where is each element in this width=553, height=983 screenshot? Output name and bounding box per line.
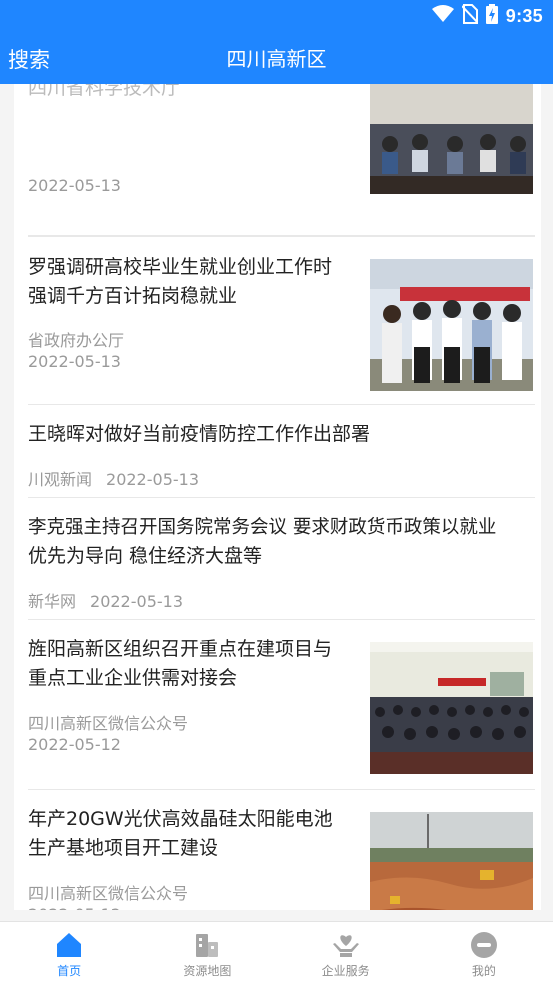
news-headline: 王晓晖对做好当前疫情防控工作作出部署 <box>28 423 371 445</box>
news-source: 新华网 <box>28 592 77 611</box>
no-sim-icon <box>461 3 479 29</box>
buildings-icon <box>192 930 222 960</box>
home-icon <box>54 930 84 960</box>
officials-visit-photo <box>370 259 533 391</box>
battery-charging-icon <box>485 3 498 29</box>
news-headline: 罗强调研高校毕业生就业创业工作时 <box>28 256 333 278</box>
conference-hall-photo <box>370 642 533 774</box>
page-title: 四川高新区 <box>226 47 327 71</box>
news-item[interactable]: 罗强调研高校毕业生就业创业工作时 强调千方百计拓岗稳就业 省政府办公厅 2022… <box>28 236 535 405</box>
news-headline: 四川省科学技术厅 <box>28 84 181 99</box>
news-date: 2022-05-13 <box>90 592 183 611</box>
news-item[interactable]: 王晓晖对做好当前疫情防控工作作出部署 川观新闻 2022-05-13 <box>28 406 535 498</box>
news-source: 四川高新区微信公众号 <box>28 714 189 733</box>
news-headline: 李克强主持召开国务院常务会议 要求财政货币政策以就业 <box>28 517 497 538</box>
news-item[interactable]: 李克强主持召开国务院常务会议 要求财政货币政策以就业 优先为导向 稳住经济大盘等… <box>28 499 535 620</box>
news-source: 川观新闻 <box>28 470 93 489</box>
news-date: 2022-05-13 <box>28 176 121 195</box>
news-item[interactable]: 四川省科学技术厅 2022-05-13 <box>28 84 535 236</box>
news-meta: 川观新闻 2022-05-13 <box>28 466 199 490</box>
tab-label: 企业服务 <box>321 964 370 978</box>
profile-icon <box>469 930 499 960</box>
news-headline: 年产20GW光伏高效晶硅太阳能电池 <box>28 808 333 830</box>
news-headline: 旌阳高新区组织召开重点在建项目与 <box>28 638 333 660</box>
bottom-nav: 首页 资源地图 企业服务 我的 <box>0 921 553 983</box>
tab-label: 我的 <box>471 964 496 978</box>
news-date: 2022-05-12 <box>28 735 121 754</box>
news-headline-line2: 重点工业企业供需对接会 <box>28 667 238 689</box>
app-bar: 搜索 四川高新区 <box>0 32 553 84</box>
news-item[interactable]: 年产20GW光伏高效晶硅太阳能电池 生产基地项目开工建设 四川高新区微信公众号 … <box>28 791 535 910</box>
hands-heart-icon <box>331 930 361 960</box>
news-meta: 新华网 2022-05-13 <box>28 588 183 612</box>
news-headline-line2: 生产基地项目开工建设 <box>28 837 219 859</box>
news-source: 四川高新区微信公众号 <box>28 884 189 903</box>
tab-profile[interactable]: 我的 <box>415 922 553 983</box>
wifi-icon <box>431 4 454 28</box>
news-item[interactable]: 旌阳高新区组织召开重点在建项目与 重点工业企业供需对接会 四川高新区微信公众号 … <box>28 621 535 790</box>
tab-label: 首页 <box>57 964 82 978</box>
status-bar: 9:35 <box>0 0 553 32</box>
tab-resource-map[interactable]: 资源地图 <box>138 922 276 983</box>
app-screen: 9:35 搜索 四川高新区 四川省科学技术厅 2022-05-13 罗强调研高校… <box>0 0 553 983</box>
tab-label: 资源地图 <box>183 964 232 978</box>
news-source: 省政府办公厅 <box>28 331 125 350</box>
tab-enterprise-services[interactable]: 企业服务 <box>277 922 415 983</box>
news-date: 2022-05-13 <box>28 352 121 371</box>
tab-home[interactable]: 首页 <box>0 922 138 983</box>
clock: 9:35 <box>505 5 543 26</box>
news-date: 2022-05-12 <box>28 905 121 910</box>
meeting-photo <box>370 84 533 194</box>
construction-site-photo <box>370 812 533 910</box>
news-list: 四川省科学技术厅 2022-05-13 罗强调研高校毕业生就业创业工作时 强调千… <box>14 84 541 910</box>
news-headline-line2: 强调千方百计拓岗稳就业 <box>28 285 238 307</box>
news-headline-line2: 优先为导向 稳住经济大盘等 <box>28 545 263 567</box>
news-date: 2022-05-13 <box>106 470 199 489</box>
